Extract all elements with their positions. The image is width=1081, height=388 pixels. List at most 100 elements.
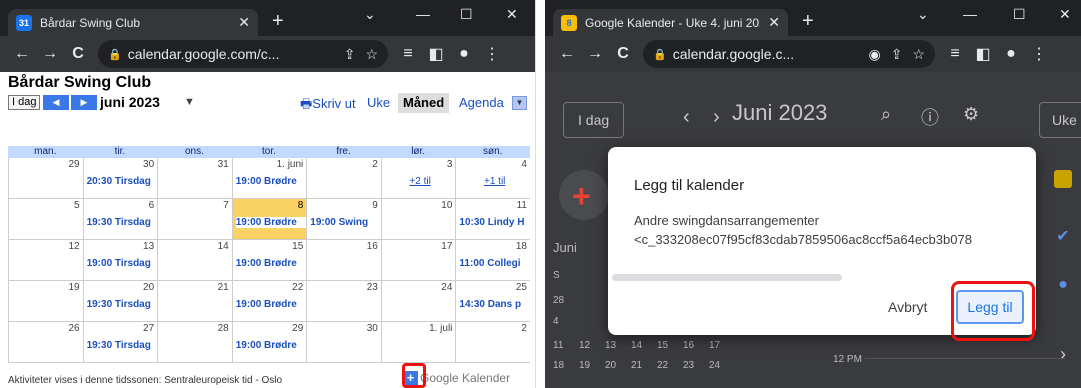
- search-icon[interactable]: ⌕: [881, 104, 891, 125]
- more-events-link[interactable]: +1 til: [459, 176, 530, 187]
- day-cell[interactable]: 19: [8, 281, 83, 321]
- print-button[interactable]: 🖶Skriv ut: [300, 95, 356, 117]
- day-cell[interactable]: 28: [157, 322, 232, 362]
- expand-panel-icon[interactable]: ›: [1054, 344, 1072, 364]
- event-item[interactable]: 19:00 Brødre: [235, 340, 307, 351]
- event-item[interactable]: 19:30 Tirsdag: [86, 217, 158, 228]
- mini-day[interactable]: 20: [605, 360, 616, 371]
- side-panel-icon[interactable]: ◧: [969, 44, 997, 64]
- tab-search-icon[interactable]: ⌄: [917, 6, 929, 23]
- share-icon[interactable]: ⇪: [344, 46, 356, 63]
- browser-tab[interactable]: 8 Google Kalender - Uke 4. juni 2023 ✕: [553, 9, 788, 36]
- cancel-button[interactable]: Avbryt: [888, 299, 927, 315]
- tab-search-icon[interactable]: ⌄: [364, 6, 376, 23]
- mini-day[interactable]: 17: [709, 340, 720, 351]
- event-item[interactable]: 19:00 Brødre: [235, 217, 307, 228]
- close-tab-icon[interactable]: ✕: [238, 14, 250, 31]
- event-item[interactable]: 19:00 Tirsdag: [86, 258, 158, 269]
- keep-icon[interactable]: [1054, 170, 1072, 188]
- mini-day[interactable]: 11: [553, 340, 563, 351]
- mini-day[interactable]: 4: [553, 316, 559, 327]
- day-cell[interactable]: 11 10:30 Lindy H: [455, 199, 530, 239]
- day-cell[interactable]: 23: [306, 281, 381, 321]
- mini-day[interactable]: 22: [657, 360, 668, 371]
- mini-day[interactable]: 18: [553, 360, 564, 371]
- minimize-icon[interactable]: —: [963, 6, 977, 22]
- back-icon[interactable]: ←: [553, 45, 581, 63]
- reload-icon[interactable]: C: [609, 45, 637, 63]
- event-item[interactable]: 19:00 Brødre: [235, 299, 307, 310]
- day-cell[interactable]: 7: [157, 199, 232, 239]
- month-dropdown-icon[interactable]: ▼: [184, 96, 195, 108]
- today-button[interactable]: I dag: [8, 95, 41, 110]
- gear-icon[interactable]: ⚙: [963, 104, 979, 125]
- day-cell[interactable]: 2: [455, 322, 530, 362]
- event-item[interactable]: 20:30 Tirsdag: [86, 176, 158, 187]
- tasks-icon[interactable]: ✔: [1054, 226, 1072, 245]
- mini-day[interactable]: 13: [605, 340, 616, 351]
- day-cell[interactable]: 14: [157, 240, 232, 280]
- new-tab-icon[interactable]: +: [802, 11, 814, 31]
- view-tab-week[interactable]: Uke: [362, 93, 395, 113]
- event-item[interactable]: 19:00 Brødre: [235, 176, 307, 187]
- day-cell[interactable]: 3 +2 til: [380, 158, 456, 198]
- day-cell[interactable]: 22 19:00 Brødre: [231, 281, 307, 321]
- new-tab-icon[interactable]: +: [272, 11, 284, 31]
- day-cell[interactable]: 15 19:00 Brødre: [231, 240, 307, 280]
- close-window-icon[interactable]: ✕: [506, 6, 518, 23]
- prev-week-icon[interactable]: ‹: [683, 106, 690, 129]
- maximize-icon[interactable]: ☐: [460, 6, 473, 23]
- close-tab-icon[interactable]: ✕: [768, 14, 780, 31]
- next-week-icon[interactable]: ›: [713, 106, 720, 129]
- mini-day[interactable]: 15: [657, 340, 668, 351]
- profile-icon[interactable]: ●: [450, 45, 478, 63]
- day-cell[interactable]: 6 19:30 Tirsdag: [82, 199, 158, 239]
- forward-icon[interactable]: →: [36, 45, 64, 63]
- event-item[interactable]: 19:00 Swing: [310, 217, 381, 228]
- day-cell[interactable]: 17: [380, 240, 456, 280]
- reload-icon[interactable]: C: [64, 45, 92, 63]
- day-cell[interactable]: 18 11:00 Collegi: [455, 240, 530, 280]
- day-cell[interactable]: 29 19:00 Brødre: [231, 322, 307, 362]
- day-cell[interactable]: 1. juli: [380, 322, 456, 362]
- event-item[interactable]: 10:30 Lindy H: [459, 217, 530, 228]
- today-button[interactable]: I dag: [563, 102, 625, 138]
- view-select-button[interactable]: Uke: [1039, 102, 1081, 138]
- view-dropdown-icon[interactable]: ▼: [512, 96, 527, 110]
- mini-day[interactable]: 19: [579, 360, 590, 371]
- next-month-icon[interactable]: ▶: [71, 95, 97, 110]
- close-window-icon[interactable]: ✕: [1059, 6, 1071, 23]
- event-item[interactable]: 14:30 Dans p: [459, 299, 530, 310]
- day-cell[interactable]: 31: [157, 158, 232, 198]
- day-cell[interactable]: 26: [8, 322, 83, 362]
- extension-eye-icon[interactable]: ◉: [868, 46, 880, 63]
- more-events-link[interactable]: +2 til: [384, 176, 456, 187]
- menu-kebab-icon[interactable]: ⋮: [1025, 44, 1053, 64]
- minimize-icon[interactable]: —: [416, 6, 430, 22]
- day-cell[interactable]: 29: [8, 158, 83, 198]
- share-icon[interactable]: ⇪: [891, 46, 903, 63]
- menu-kebab-icon[interactable]: ⋮: [478, 44, 506, 64]
- contacts-icon[interactable]: ●: [1054, 276, 1072, 294]
- mini-day[interactable]: 21: [631, 360, 642, 371]
- day-cell[interactable]: 10: [380, 199, 456, 239]
- day-cell[interactable]: 24: [380, 281, 456, 321]
- day-cell[interactable]: 12: [8, 240, 83, 280]
- day-cell[interactable]: 16: [306, 240, 381, 280]
- day-cell[interactable]: 9 19:00 Swing: [306, 199, 381, 239]
- bookmark-star-icon[interactable]: ☆: [365, 46, 378, 63]
- help-icon[interactable]: ⓘ: [921, 104, 939, 130]
- mini-day[interactable]: 28: [553, 295, 564, 306]
- address-bar[interactable]: 🔒 calendar.google.c... ◉ ⇪ ☆: [643, 40, 935, 68]
- mini-day[interactable]: 14: [631, 340, 642, 351]
- day-cell[interactable]: 30 20:30 Tirsdag: [82, 158, 158, 198]
- mini-day[interactable]: 23: [683, 360, 694, 371]
- event-item[interactable]: 19:30 Tirsdag: [86, 299, 158, 310]
- view-tab-agenda[interactable]: Agenda: [454, 93, 509, 113]
- side-panel-icon[interactable]: ◧: [422, 44, 450, 64]
- browser-tab[interactable]: 31 Bårdar Swing Club ✕: [8, 9, 258, 36]
- day-cell[interactable]: 21: [157, 281, 232, 321]
- back-icon[interactable]: ←: [8, 45, 36, 63]
- address-bar[interactable]: 🔒 calendar.google.com/c... ⇪ ☆: [98, 40, 388, 68]
- event-item[interactable]: 11:00 Collegi: [459, 258, 530, 269]
